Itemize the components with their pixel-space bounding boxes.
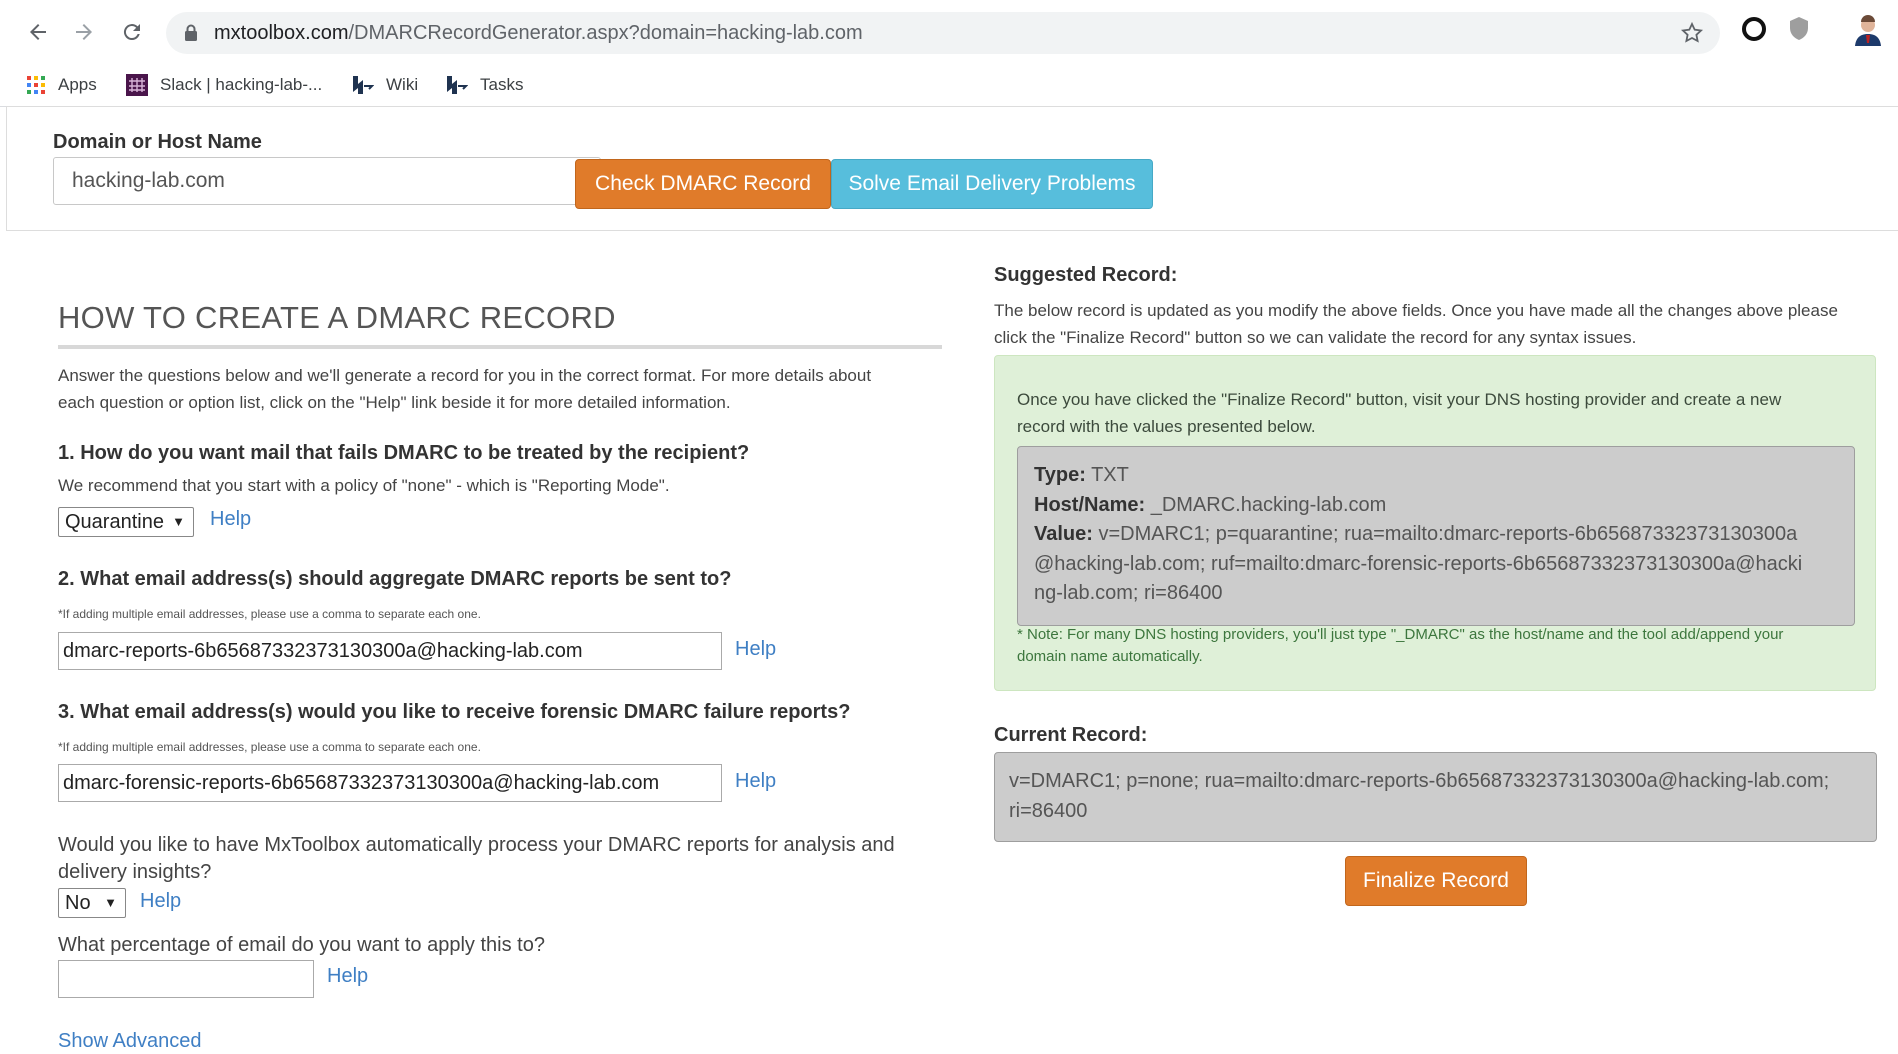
aggregate-email-input[interactable]: dmarc-reports-6b65687332373130300a@hacki… xyxy=(58,632,722,670)
domain-input[interactable] xyxy=(53,157,601,205)
bookmark-star-icon[interactable] xyxy=(1680,21,1704,50)
extension-shield-icon[interactable] xyxy=(1788,15,1810,48)
bookmark-label: Apps xyxy=(58,75,97,94)
domain-search-panel: Domain or Host Name Check DMARC Record S… xyxy=(6,106,1898,231)
bookmark-wiki[interactable]: Wiki xyxy=(350,64,418,106)
lock-icon xyxy=(184,24,198,47)
suggested-record-desc: The below record is updated as you modif… xyxy=(994,297,1874,351)
record-value-line: v=DMARC1; p=quarantine; rua=mailto:dmarc… xyxy=(1098,523,1798,545)
page-title: HOW TO CREATE A DMARC RECORD xyxy=(58,300,616,335)
desc-line: click the "Finalize Record" button so we… xyxy=(994,328,1637,347)
q3-help-link[interactable]: Help xyxy=(735,770,776,793)
q4-line: Would you like to have MxToolbox automat… xyxy=(58,834,895,856)
q1-help-link[interactable]: Help xyxy=(210,508,251,531)
q1-heading: 1. How do you want mail that fails DMARC… xyxy=(58,442,750,464)
dropdown-arrow-icon: ▼ xyxy=(104,895,117,910)
record-value-label: Value: xyxy=(1034,523,1093,545)
solve-email-delivery-button[interactable]: Solve Email Delivery Problems xyxy=(831,159,1153,209)
bookmark-apps[interactable]: Apps xyxy=(26,64,97,106)
q3-note: *If adding multiple email addresses, ple… xyxy=(58,740,481,754)
desc-line: The below record is updated as you modif… xyxy=(994,301,1838,320)
forensic-email-input[interactable]: dmarc-forensic-reports-6b656873323731303… xyxy=(58,764,722,802)
record-type-value: TXT xyxy=(1091,464,1129,486)
record-host-value: _DMARC.hacking-lab.com xyxy=(1150,493,1387,516)
host-name-note: * Note: For many DNS hosting providers, … xyxy=(1017,624,1857,668)
address-bar[interactable]: mxtoolbox.com/DMARCRecordGenerator.aspx?… xyxy=(166,12,1720,54)
bookmarks-bar: Apps Slack | hacking-lab-... Wiki Tasks xyxy=(0,64,1898,107)
hackinglab-icon xyxy=(444,74,468,96)
intro-line: Answer the questions below and we'll gen… xyxy=(58,366,872,385)
dns-instructions: Once you have clicked the "Finalize Reco… xyxy=(1017,386,1837,440)
bookmark-slack[interactable]: Slack | hacking-lab-... xyxy=(126,64,322,106)
note-line: domain name automatically. xyxy=(1017,648,1203,665)
title-divider xyxy=(58,345,942,349)
current-record-box: v=DMARC1; p=none; rua=mailto:dmarc-repor… xyxy=(994,752,1877,842)
profile-avatar-icon[interactable] xyxy=(1853,14,1883,51)
intro-line: each question or option list, click on t… xyxy=(58,393,731,412)
q2-heading: 2. What email address(s) should aggregat… xyxy=(58,568,732,590)
reload-icon[interactable] xyxy=(114,14,150,50)
q1-hint: We recommend that you start with a polic… xyxy=(58,476,670,495)
url-text: mxtoolbox.com/DMARCRecordGenerator.aspx?… xyxy=(214,12,863,54)
current-record-line: v=DMARC1; p=none; rua=mailto:dmarc-repor… xyxy=(1009,770,1830,792)
browser-toolbar: mxtoolbox.com/DMARCRecordGenerator.aspx?… xyxy=(0,0,1898,64)
bookmark-label: Slack | hacking-lab-... xyxy=(160,75,323,94)
q5-help-link[interactable]: Help xyxy=(327,965,368,988)
record-type-label: Type: xyxy=(1034,464,1086,486)
percentage-input[interactable] xyxy=(58,960,314,998)
record-value-line: ng-lab.com; ri=86400 xyxy=(1034,582,1223,604)
q2-help-link[interactable]: Help xyxy=(735,638,776,661)
bookmark-label: Wiki xyxy=(386,75,419,94)
q4-line: delivery insights? xyxy=(58,861,212,883)
dropdown-arrow-icon: ▼ xyxy=(172,514,185,529)
record-value-line: @hacking-lab.com; ruf=mailto:dmarc-foren… xyxy=(1034,552,1803,575)
policy-select[interactable]: Quarantine ▼ xyxy=(58,507,194,537)
instruction-line: record with the values presented below. xyxy=(1017,417,1316,436)
suggested-record-label: Suggested Record: xyxy=(994,264,1178,286)
finalize-record-button[interactable]: Finalize Record xyxy=(1345,856,1527,906)
intro-text: Answer the questions below and we'll gen… xyxy=(58,362,871,416)
slack-icon xyxy=(126,74,148,96)
back-arrow-icon[interactable] xyxy=(20,14,56,50)
policy-select-value: Quarantine xyxy=(65,510,164,533)
domain-label: Domain or Host Name xyxy=(53,131,262,153)
process-reports-select[interactable]: No ▼ xyxy=(58,888,126,918)
process-reports-select-value: No xyxy=(65,891,91,914)
forward-arrow-icon[interactable] xyxy=(66,14,102,50)
apps-grid-icon xyxy=(26,75,46,95)
extension-ring-icon[interactable] xyxy=(1740,15,1768,48)
q4-help-link[interactable]: Help xyxy=(140,890,181,913)
q3-heading: 3. What email address(s) would you like … xyxy=(58,701,851,723)
suggested-record-box: Type: TXT Host/Name: _DMARC.hacking-lab.… xyxy=(1017,446,1855,626)
record-host-label: Host/Name: xyxy=(1034,493,1146,516)
q5-question: What percentage of email do you want to … xyxy=(58,934,545,956)
hackinglab-icon xyxy=(350,74,374,96)
suggested-record-panel: Once you have clicked the "Finalize Reco… xyxy=(994,355,1876,691)
note-line: * Note: For many DNS hosting providers, … xyxy=(1017,626,1784,643)
record-value-row: Value: v=DMARC1; p=quarantine; rua=mailt… xyxy=(1034,520,1838,550)
instruction-line: Once you have clicked the "Finalize Reco… xyxy=(1017,390,1782,409)
bookmark-tasks[interactable]: Tasks xyxy=(444,64,523,106)
current-record-label: Current Record: xyxy=(994,724,1148,746)
show-advanced-link[interactable]: Show Advanced xyxy=(58,1030,201,1053)
q4-question: Would you like to have MxToolbox automat… xyxy=(58,832,895,886)
record-type-row: Type: TXT xyxy=(1034,461,1838,491)
url-path: /DMARCRecordGenerator.aspx?domain=hackin… xyxy=(348,22,863,44)
record-host-row: Host/Name: _DMARC.hacking-lab.com xyxy=(1034,491,1838,521)
q2-note: *If adding multiple email addresses, ple… xyxy=(58,607,481,621)
check-dmarc-button[interactable]: Check DMARC Record xyxy=(575,159,831,209)
current-record-line: ri=86400 xyxy=(1009,799,1088,822)
url-host: mxtoolbox.com xyxy=(214,22,349,44)
bookmark-label: Tasks xyxy=(480,75,524,94)
